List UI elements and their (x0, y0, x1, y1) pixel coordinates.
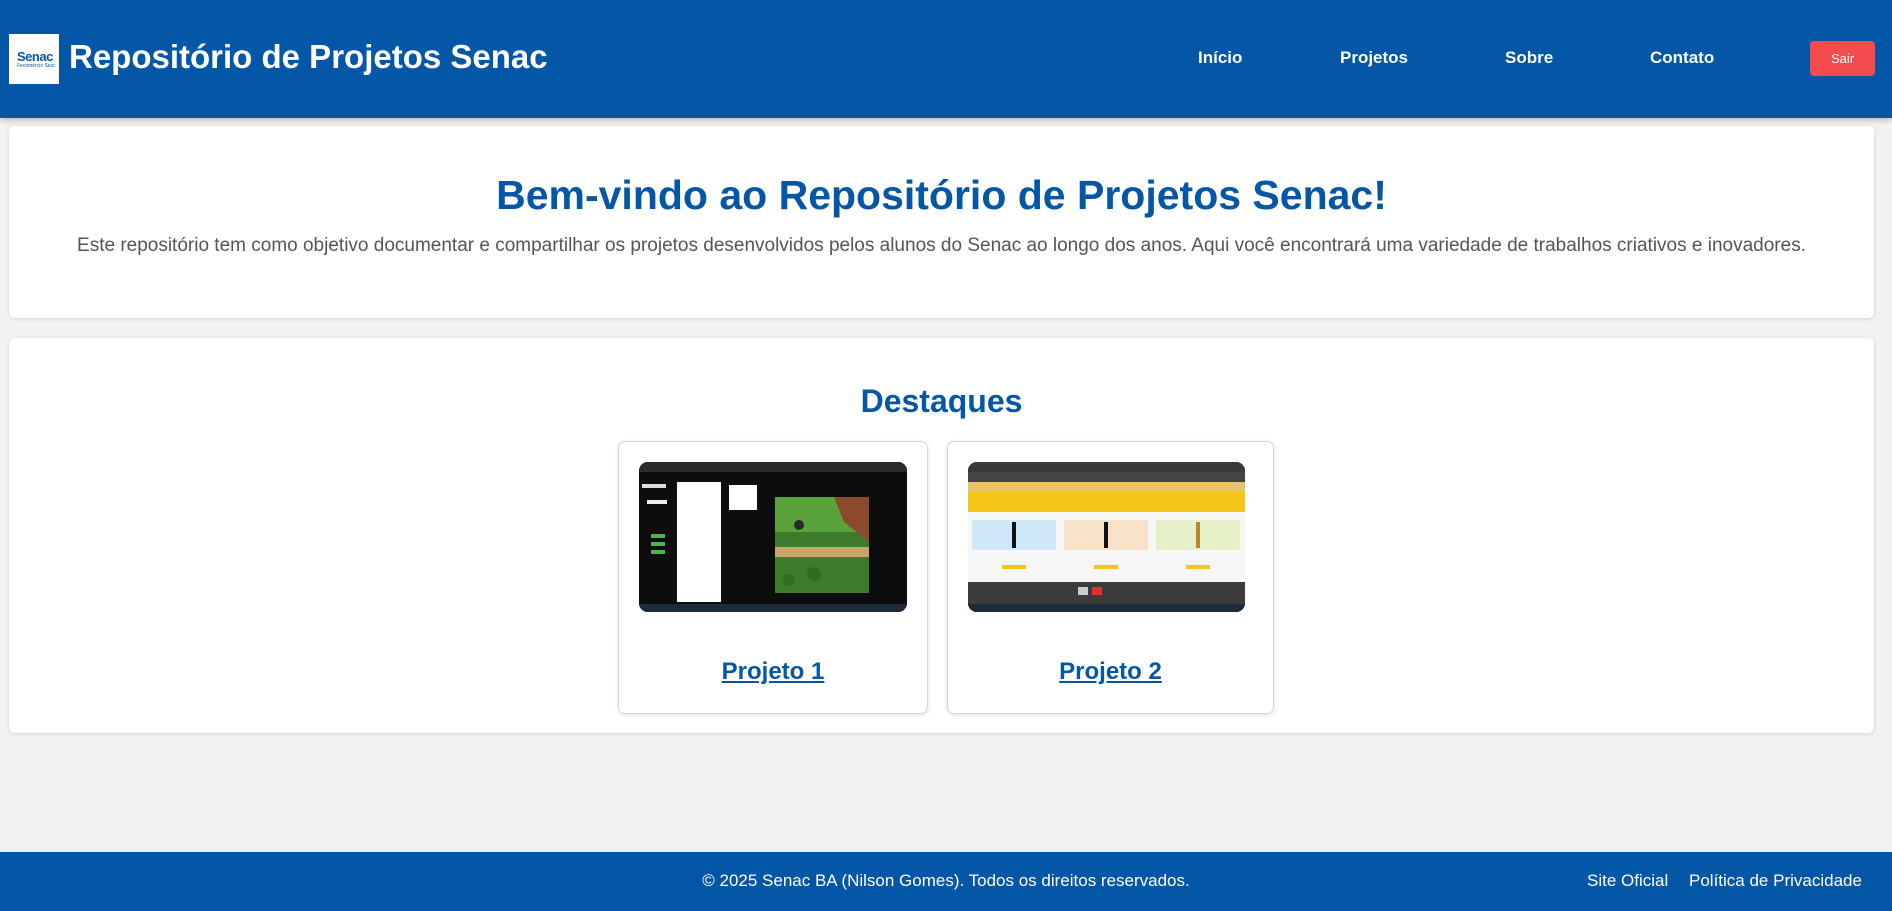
project-2-thumbnail[interactable] (968, 462, 1245, 612)
footer-link-privacidade[interactable]: Política de Privacidade (1689, 871, 1862, 891)
welcome-title: Bem-vindo ao Repositório de Projetos Sen… (496, 172, 1387, 218)
project-card-2[interactable]: Projeto 2 (947, 441, 1274, 714)
highlights-title: Destaques (860, 383, 1023, 419)
project-2-link[interactable]: Projeto 2 (948, 658, 1273, 686)
senac-logo[interactable]: Senac Fecomércio Sesc (9, 34, 59, 84)
site-title: Repositório de Projetos Senac (69, 38, 548, 75)
site-footer: © 2025 Senac BA (Nilson Gomes). Todos os… (0, 852, 1892, 911)
logout-button[interactable]: Sair (1810, 41, 1875, 76)
nav-contato[interactable]: Contato (1650, 48, 1714, 68)
nav-inicio[interactable]: Início (1198, 48, 1242, 68)
logo-subtext: Fecomércio Sesc (17, 62, 56, 69)
project-card-1[interactable]: Projeto 1 (618, 441, 928, 714)
footer-link-site-oficial[interactable]: Site Oficial (1587, 871, 1668, 891)
nav-projetos[interactable]: Projetos (1340, 48, 1408, 68)
nav-sobre[interactable]: Sobre (1505, 48, 1553, 68)
project-1-link[interactable]: Projeto 1 (619, 658, 927, 686)
project-1-screenshot-image (639, 462, 907, 612)
logo-wordmark: Senac (17, 48, 53, 64)
site-header: Senac Fecomércio Sesc Repositório de Pro… (0, 0, 1892, 118)
welcome-section: Bem-vindo ao Repositório de Projetos Sen… (9, 126, 1874, 318)
project-1-thumbnail[interactable] (639, 462, 907, 612)
highlights-section: Destaques Projeto 1 Projeto 2 (9, 338, 1874, 733)
project-2-screenshot-image (968, 462, 1245, 612)
welcome-description: Este repositório tem como objetivo docum… (77, 235, 1806, 256)
